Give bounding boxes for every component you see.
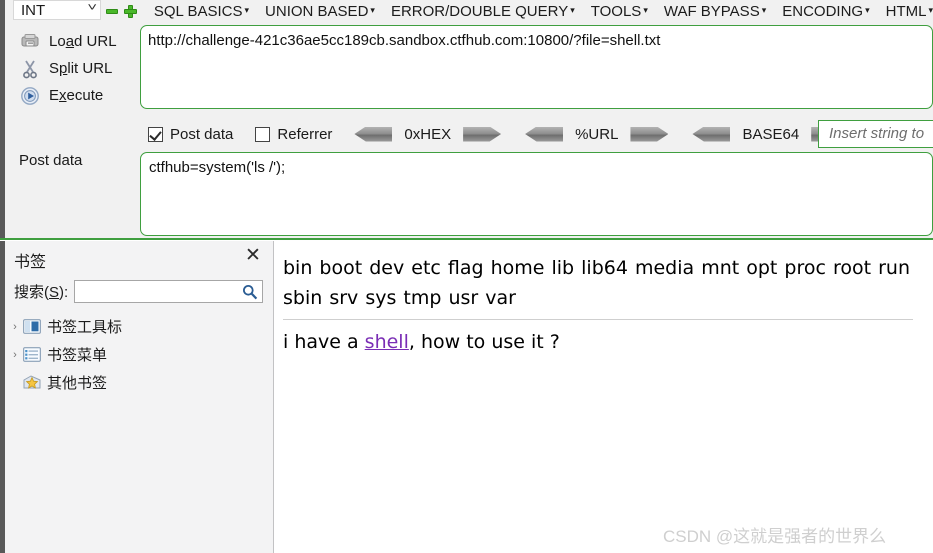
- caret-down-icon: ▾: [244, 4, 250, 15]
- encoder-hex-label: 0xHEX: [404, 125, 452, 143]
- arrow-left-icon[interactable]: [525, 126, 564, 142]
- menu-union-based-label: UNION BASED: [265, 2, 369, 20]
- execute-label: Execute: [49, 87, 104, 104]
- injection-type-value: INT: [21, 1, 46, 19]
- arrow-right-icon[interactable]: [463, 126, 502, 142]
- menu-waf-bypass[interactable]: WAF BYPASS ▾: [664, 3, 766, 20]
- menu-union-based[interactable]: UNION BASED ▾: [265, 3, 375, 20]
- encoder-url-label: %URL: [575, 125, 619, 143]
- scissors-icon: [19, 58, 41, 80]
- checkbox-checked-icon: [148, 126, 163, 142]
- play-icon: [19, 85, 41, 107]
- command-output: bin boot dev etc flag home lib lib64 med…: [283, 257, 911, 309]
- add-tab-button[interactable]: [124, 1, 138, 21]
- minus-icon: [106, 8, 119, 14]
- load-url-label: Load URL: [49, 33, 117, 50]
- sidebar-left-strip: [0, 241, 5, 553]
- sidebar-item-label: 其他书签: [47, 375, 108, 392]
- bookmarks-toolbar-icon: [22, 318, 42, 336]
- encoder-hex: 0xHEX: [354, 125, 502, 143]
- plus-icon: [124, 4, 138, 18]
- search-input[interactable]: [74, 279, 264, 303]
- url-input[interactable]: http://challenge-421c36ae5cc189cb.sandbo…: [140, 25, 933, 109]
- caret-down-icon: ▾: [928, 4, 933, 15]
- bookmarks-menu-icon: [22, 346, 42, 364]
- menu-tools-label: TOOLS: [590, 2, 642, 20]
- referrer-checkbox-label: Referrer: [277, 125, 333, 143]
- load-url-button[interactable]: Load URL: [5, 28, 139, 55]
- post-data-label: Post data: [19, 152, 83, 169]
- post-data-checkbox[interactable]: Post data: [148, 126, 233, 143]
- menu-error-double-query[interactable]: ERROR/DOUBLE QUERY ▾: [391, 3, 575, 20]
- sidebar-item-bookmarks-toolbar[interactable]: › 书签工具标: [8, 313, 266, 340]
- page-content: bin boot dev etc flag home lib lib64 med…: [275, 241, 933, 553]
- close-icon[interactable]: ✕: [243, 246, 263, 266]
- menu-sql-basics-label: SQL BASICS: [153, 2, 243, 20]
- sidebar-item-bookmarks-menu[interactable]: › 书签菜单: [8, 341, 266, 368]
- hackbar-options-row: Post data Referrer 0xHEX %URL BASE64: [140, 120, 933, 148]
- checkbox-unchecked-icon: [255, 126, 271, 142]
- other-bookmarks-star-icon: [22, 374, 42, 392]
- execute-button[interactable]: Execute: [5, 82, 139, 109]
- menu-html[interactable]: HTML ▾: [886, 3, 933, 20]
- referrer-checkbox[interactable]: Referrer: [255, 126, 332, 143]
- menu-waf-bypass-label: WAF BYPASS: [663, 2, 760, 20]
- hackbar-panel: INT ˅ SQL BASICS ▾ UNION BASED ▾ ERROR/D…: [0, 0, 933, 240]
- sidebar-item-label: 书签菜单: [47, 347, 108, 364]
- menu-tools[interactable]: TOOLS ▾: [591, 3, 648, 20]
- split-url-label: Split URL: [49, 60, 113, 77]
- injection-type-select[interactable]: INT ˅: [13, 0, 102, 20]
- bookmarks-sidebar: 书签 ✕ 搜索(S): › 书签工具标 › 书签菜单 其他书签: [0, 241, 274, 553]
- chevron-right-icon[interactable]: ›: [8, 321, 22, 333]
- shell-link[interactable]: shell: [365, 331, 409, 353]
- encoder-base64-label: BASE64: [742, 125, 800, 143]
- menu-error-double-query-label: ERROR/DOUBLE QUERY: [390, 2, 569, 20]
- remove-tab-button[interactable]: [105, 1, 119, 21]
- caret-down-icon: ▾: [643, 4, 648, 15]
- post-data-input[interactable]: ctfhub=system('ls /');: [140, 152, 933, 236]
- load-url-icon: [19, 31, 41, 53]
- menu-encoding-label: ENCODING: [782, 2, 864, 20]
- sidebar-title: 书签: [14, 254, 47, 271]
- menu-sql-basics[interactable]: SQL BASICS ▾: [154, 3, 249, 20]
- arrow-right-icon[interactable]: [630, 126, 669, 142]
- shell-hint-prefix: i have a: [283, 331, 365, 353]
- insert-string-input[interactable]: Insert string to: [818, 120, 933, 148]
- chevron-right-icon[interactable]: ›: [8, 349, 22, 361]
- shell-hint-line: i have a shell, how to use it ?: [283, 331, 560, 353]
- sidebar-item-other-bookmarks[interactable]: 其他书签: [8, 369, 266, 396]
- search-label: 搜索(S):: [14, 283, 69, 301]
- caret-down-icon: ▾: [370, 4, 375, 15]
- hackbar-actions-column: Load URL Split URL Execute: [5, 22, 139, 240]
- content-divider: [283, 319, 913, 320]
- menu-encoding[interactable]: ENCODING ▾: [782, 3, 869, 20]
- watermark: CSDN @这就是强者的世界么: [663, 527, 887, 546]
- arrow-left-icon[interactable]: [692, 126, 731, 142]
- sidebar-item-label: 书签工具标: [47, 319, 123, 336]
- sidebar-search-row: 搜索(S):: [14, 279, 266, 303]
- shell-hint-suffix: , how to use it ?: [408, 331, 560, 353]
- post-data-checkbox-label: Post data: [170, 125, 234, 143]
- split-url-button[interactable]: Split URL: [5, 55, 139, 82]
- arrow-left-icon[interactable]: [354, 126, 393, 142]
- chevron-down-icon: ˅: [87, 1, 97, 14]
- search-icon: [242, 284, 258, 300]
- caret-down-icon: ▾: [865, 4, 870, 15]
- caret-down-icon: ▾: [761, 4, 767, 15]
- panel-bottom-border: [0, 238, 933, 240]
- hackbar-menubar: INT ˅ SQL BASICS ▾ UNION BASED ▾ ERROR/D…: [5, 0, 933, 22]
- encoder-url: %URL: [525, 125, 669, 143]
- caret-down-icon: ▾: [570, 4, 575, 15]
- menu-html-label: HTML: [885, 2, 927, 20]
